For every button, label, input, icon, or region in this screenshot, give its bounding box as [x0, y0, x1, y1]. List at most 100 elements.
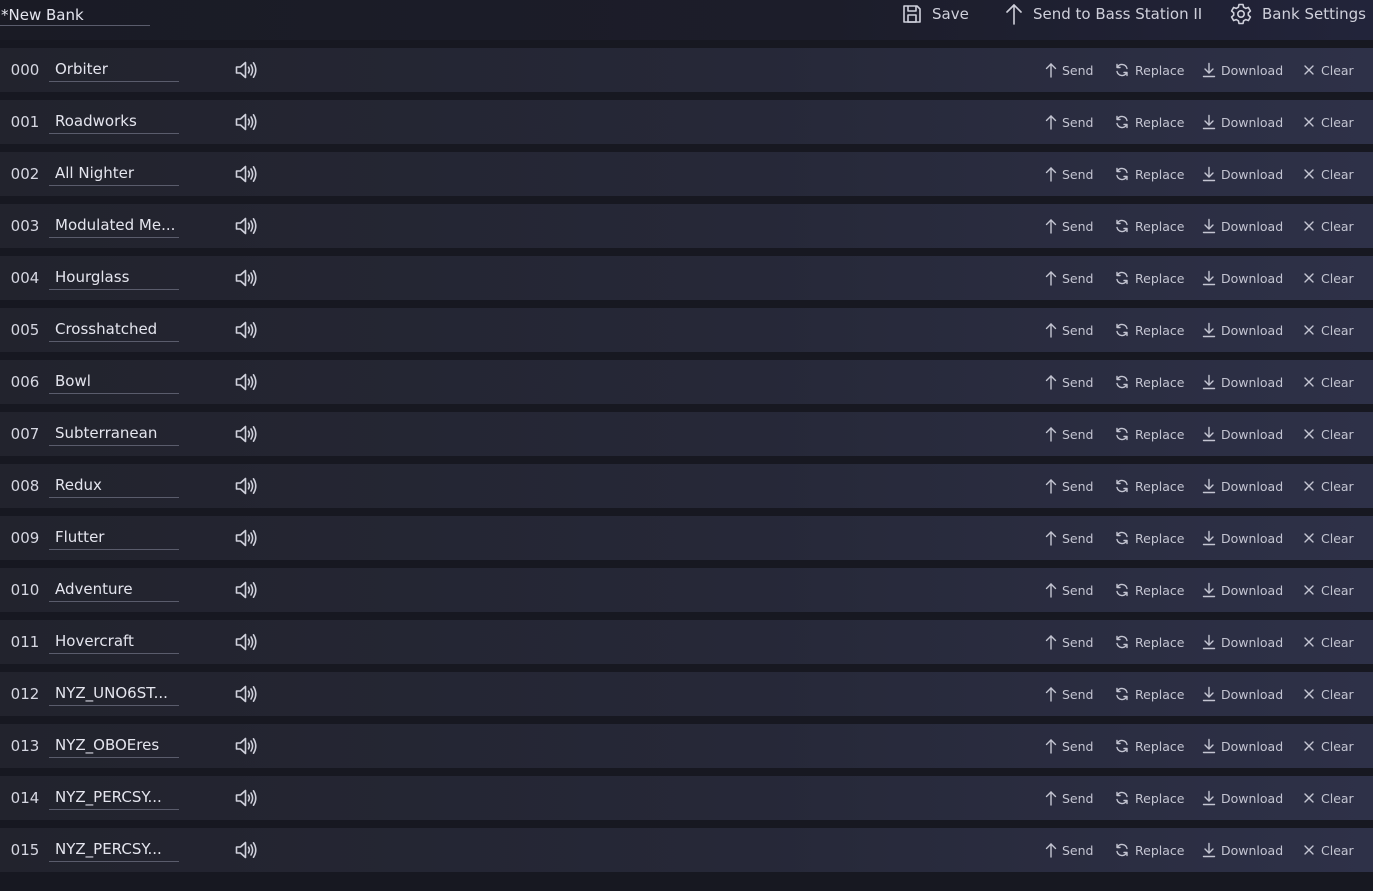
patch-name-field[interactable]: Subterranean [49, 423, 179, 446]
send-button[interactable]: Send [1045, 568, 1093, 612]
download-button[interactable]: Download [1202, 464, 1283, 508]
speaker-icon[interactable] [234, 475, 258, 497]
replace-button[interactable]: Replace [1114, 360, 1184, 404]
send-button[interactable]: Send [1045, 308, 1093, 352]
send-button[interactable]: Send [1045, 724, 1093, 768]
clear-button[interactable]: Clear [1302, 360, 1354, 404]
replace-button[interactable]: Replace [1114, 464, 1184, 508]
clear-button[interactable]: Clear [1302, 100, 1354, 144]
speaker-icon[interactable] [234, 319, 258, 341]
download-button[interactable]: Download [1202, 516, 1283, 560]
patch-name-field[interactable]: Crosshatched [49, 319, 179, 342]
speaker-icon[interactable] [234, 787, 258, 809]
patch-name-field[interactable]: Hovercraft [49, 631, 179, 654]
send-button[interactable]: Send [1045, 152, 1093, 196]
clear-button[interactable]: Clear [1302, 620, 1354, 664]
clear-button[interactable]: Clear [1302, 568, 1354, 612]
download-button[interactable]: Download [1202, 724, 1283, 768]
save-button[interactable]: Save [901, 0, 969, 28]
patch-name-field[interactable]: Roadworks [49, 111, 179, 134]
download-button[interactable]: Download [1202, 568, 1283, 612]
patch-name-field[interactable]: Hourglass [49, 267, 179, 290]
replace-button[interactable]: Replace [1114, 828, 1184, 872]
patch-name-field[interactable]: NYZ_PERCSY... [49, 787, 179, 810]
replace-button[interactable]: Replace [1114, 568, 1184, 612]
replace-button[interactable]: Replace [1114, 204, 1184, 248]
send-button[interactable]: Send [1045, 100, 1093, 144]
bank-name-input[interactable] [0, 4, 150, 26]
download-button[interactable]: Download [1202, 672, 1283, 716]
send-button[interactable]: Send [1045, 412, 1093, 456]
clear-button[interactable]: Clear [1302, 48, 1354, 92]
download-button[interactable]: Download [1202, 152, 1283, 196]
send-to-device-button[interactable]: Send to Bass Station II [1004, 0, 1202, 28]
speaker-icon[interactable] [234, 735, 258, 757]
replace-button[interactable]: Replace [1114, 100, 1184, 144]
patch-name-field[interactable]: Orbiter [49, 59, 179, 82]
speaker-icon[interactable] [234, 59, 258, 81]
replace-button[interactable]: Replace [1114, 412, 1184, 456]
patch-name-field[interactable]: Flutter [49, 527, 179, 550]
replace-button[interactable]: Replace [1114, 48, 1184, 92]
download-button[interactable]: Download [1202, 100, 1283, 144]
patch-name-field[interactable]: Adventure [49, 579, 179, 602]
patch-name-field[interactable]: NYZ_PERCSY... [49, 839, 179, 862]
patch-name-field[interactable]: NYZ_OBOEres [49, 735, 179, 758]
download-button[interactable]: Download [1202, 256, 1283, 300]
download-button[interactable]: Download [1202, 360, 1283, 404]
clear-button[interactable]: Clear [1302, 412, 1354, 456]
replace-button[interactable]: Replace [1114, 620, 1184, 664]
send-button[interactable]: Send [1045, 464, 1093, 508]
speaker-icon[interactable] [234, 111, 258, 133]
patch-name-field[interactable]: All Nighter [49, 163, 179, 186]
download-button[interactable]: Download [1202, 308, 1283, 352]
patch-name-field[interactable]: NYZ_UNO6ST... [49, 683, 179, 706]
speaker-icon[interactable] [234, 423, 258, 445]
speaker-icon[interactable] [234, 267, 258, 289]
clear-button[interactable]: Clear [1302, 308, 1354, 352]
send-button[interactable]: Send [1045, 776, 1093, 820]
clear-button[interactable]: Clear [1302, 776, 1354, 820]
clear-button[interactable]: Clear [1302, 828, 1354, 872]
clear-button[interactable]: Clear [1302, 256, 1354, 300]
download-button[interactable]: Download [1202, 412, 1283, 456]
replace-button[interactable]: Replace [1114, 672, 1184, 716]
replace-button[interactable]: Replace [1114, 308, 1184, 352]
send-button[interactable]: Send [1045, 620, 1093, 664]
clear-button[interactable]: Clear [1302, 204, 1354, 248]
download-button[interactable]: Download [1202, 204, 1283, 248]
download-button[interactable]: Download [1202, 620, 1283, 664]
speaker-icon[interactable] [234, 527, 258, 549]
clear-button[interactable]: Clear [1302, 516, 1354, 560]
patch-name-field[interactable]: Redux [49, 475, 179, 498]
clear-button[interactable]: Clear [1302, 152, 1354, 196]
replace-button[interactable]: Replace [1114, 516, 1184, 560]
replace-button[interactable]: Replace [1114, 724, 1184, 768]
download-button[interactable]: Download [1202, 776, 1283, 820]
speaker-icon[interactable] [234, 215, 258, 237]
send-button[interactable]: Send [1045, 828, 1093, 872]
replace-button[interactable]: Replace [1114, 152, 1184, 196]
patch-name-field[interactable]: Bowl [49, 371, 179, 394]
replace-button[interactable]: Replace [1114, 776, 1184, 820]
send-button[interactable]: Send [1045, 672, 1093, 716]
send-button[interactable]: Send [1045, 204, 1093, 248]
speaker-icon[interactable] [234, 631, 258, 653]
clear-button[interactable]: Clear [1302, 724, 1354, 768]
send-button[interactable]: Send [1045, 256, 1093, 300]
speaker-icon[interactable] [234, 683, 258, 705]
clear-button[interactable]: Clear [1302, 672, 1354, 716]
bank-settings-button[interactable]: Bank Settings [1229, 0, 1366, 28]
speaker-icon[interactable] [234, 163, 258, 185]
clear-button[interactable]: Clear [1302, 464, 1354, 508]
download-button[interactable]: Download [1202, 48, 1283, 92]
speaker-icon[interactable] [234, 839, 258, 861]
speaker-icon[interactable] [234, 579, 258, 601]
patch-name-field[interactable]: Modulated Me... [49, 215, 179, 238]
speaker-icon[interactable] [234, 371, 258, 393]
download-button[interactable]: Download [1202, 828, 1283, 872]
send-button[interactable]: Send [1045, 516, 1093, 560]
send-button[interactable]: Send [1045, 360, 1093, 404]
send-button[interactable]: Send [1045, 48, 1093, 92]
replace-button[interactable]: Replace [1114, 256, 1184, 300]
